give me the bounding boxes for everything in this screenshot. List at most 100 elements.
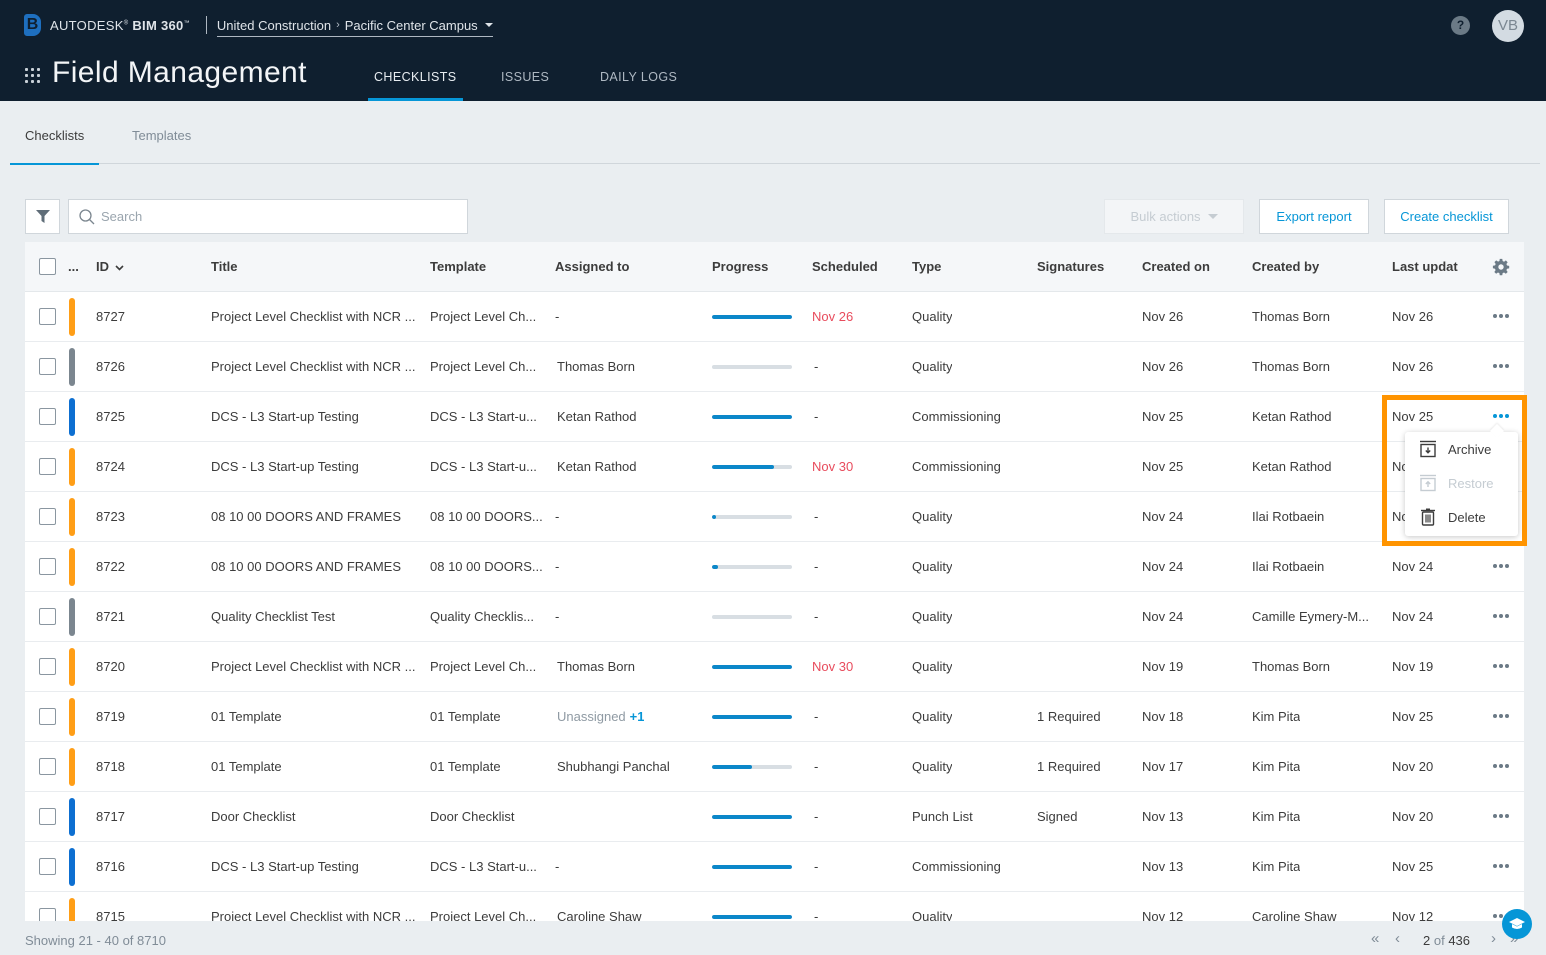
table-row[interactable]: 8722 08 10 00 DOORS AND FRAMES 08 10 00 DO… <box>25 542 1524 592</box>
app-switcher-grid-icon[interactable] <box>25 68 40 83</box>
tab-checklists[interactable]: CHECKLISTS <box>368 70 462 101</box>
row-checkbox[interactable] <box>39 408 56 425</box>
row-more-actions-icon[interactable] <box>1492 758 1510 774</box>
row-more-actions-icon[interactable] <box>1492 358 1510 374</box>
col-template[interactable]: Template <box>430 259 486 274</box>
cell-title[interactable]: Quality Checklist Test <box>211 609 335 624</box>
table-row[interactable]: 8719 01 Template 01 Template Quality 1 Requi… <box>25 692 1524 742</box>
sub-tabs: Checklists Templates <box>9 101 1540 165</box>
project-picker[interactable]: United Construction › Pacific Center Cam… <box>216 18 493 37</box>
row-checkbox[interactable] <box>39 308 56 325</box>
row-checkbox[interactable] <box>39 758 56 775</box>
create-checklist-button[interactable]: Create checklist <box>1384 199 1509 234</box>
tab-daily-logs[interactable]: DAILY LOGS <box>600 70 677 101</box>
row-more-actions-icon[interactable] <box>1492 558 1510 574</box>
row-more-actions-icon[interactable] <box>1492 808 1510 824</box>
row-checkbox[interactable] <box>39 508 56 525</box>
cell-template: 01 Template <box>430 759 501 774</box>
cell-type: Quality <box>912 709 953 724</box>
progress-bar <box>712 915 792 919</box>
row-checkbox[interactable] <box>39 708 56 725</box>
menu-item-archive[interactable]: Archive <box>1405 432 1518 466</box>
col-title[interactable]: Title <box>211 259 238 274</box>
subtab-templates[interactable]: Templates <box>132 128 191 164</box>
cell-assigned-to: - <box>555 559 559 574</box>
filter-button[interactable] <box>25 199 60 234</box>
select-all-checkbox[interactable] <box>39 258 56 275</box>
cell-title[interactable]: Project Level Checklist with NCR ... <box>211 359 415 374</box>
cell-title[interactable]: Project Level Checklist with NCR ... <box>211 309 415 324</box>
row-more-actions-icon[interactable] <box>1492 858 1510 874</box>
col-scheduled[interactable]: Scheduled <box>812 259 878 274</box>
row-checkbox[interactable] <box>39 658 56 675</box>
help-icon[interactable]: ? <box>1451 16 1470 35</box>
cell-title[interactable]: 08 10 00 DOORS AND FRAMES <box>211 559 401 574</box>
learning-button[interactable] <box>1502 909 1532 939</box>
progress-bar <box>712 415 792 419</box>
col-created-by[interactable]: Created by <box>1252 259 1319 274</box>
menu-item-restore[interactable]: Restore <box>1405 466 1518 500</box>
row-more-actions-icon[interactable] <box>1492 658 1510 674</box>
cell-title[interactable]: DCS - L3 Start-up Testing <box>211 859 359 874</box>
tab-issues[interactable]: ISSUES <box>501 70 549 101</box>
row-checkbox[interactable] <box>39 858 56 875</box>
next-page-icon[interactable]: › <box>1491 930 1496 947</box>
col-id[interactable]: ID <box>96 259 124 274</box>
cell-title[interactable]: DCS - L3 Start-up Testing <box>211 409 359 424</box>
user-avatar[interactable]: VB <box>1492 10 1524 42</box>
row-checkbox[interactable] <box>39 558 56 575</box>
table-row[interactable]: 8723 08 10 00 DOORS AND FRAMES 08 10 00 DO… <box>25 492 1524 542</box>
col-last-updated[interactable]: Last updat <box>1392 259 1458 274</box>
row-more-actions-icon[interactable] <box>1492 708 1510 724</box>
cell-title[interactable]: 08 10 00 DOORS AND FRAMES <box>211 509 401 524</box>
cell-assigned-to: Caroline Shaw <box>557 909 642 921</box>
row-checkbox[interactable] <box>39 808 56 825</box>
search-field[interactable] <box>68 199 468 234</box>
col-progress[interactable]: Progress <box>712 259 768 274</box>
search-input[interactable] <box>101 209 441 224</box>
table-row[interactable]: 8727 Project Level Checklist with NCR ...… <box>25 292 1524 342</box>
col-created-on[interactable]: Created on <box>1142 259 1210 274</box>
extra-assignees-badge[interactable]: +1 <box>630 709 645 724</box>
table-row[interactable]: 8721 Quality Checklist Test Quality Checkl… <box>25 592 1524 642</box>
cell-scheduled: - <box>814 559 819 574</box>
bulk-actions-button[interactable]: Bulk actions <box>1104 199 1244 234</box>
cell-assigned-to: - <box>555 859 559 874</box>
table-row[interactable]: 8725 DCS - L3 Start-up Testing DCS - L3 St… <box>25 392 1524 442</box>
row-more-actions-icon[interactable] <box>1492 608 1510 624</box>
cell-title[interactable]: Door Checklist <box>211 809 296 824</box>
cell-title[interactable]: DCS - L3 Start-up Testing <box>211 459 359 474</box>
row-checkbox[interactable] <box>39 358 56 375</box>
column-settings-gear-icon[interactable] <box>1492 258 1510 276</box>
table-row[interactable]: 8724 DCS - L3 Start-up Testing DCS - L3 St… <box>25 442 1524 492</box>
table-row[interactable]: 8726 Project Level Checklist with NCR ...… <box>25 342 1524 392</box>
row-checkbox[interactable] <box>39 608 56 625</box>
table-row[interactable]: 8718 01 Template 01 Template Quality 1 Requi… <box>25 742 1524 792</box>
subtab-checklists[interactable]: Checklists <box>9 128 100 165</box>
cell-template: 01 Template <box>430 709 501 724</box>
col-type[interactable]: Type <box>912 259 941 274</box>
table-row[interactable]: 8715 Project Level Checklist with NCR ...… <box>25 892 1524 921</box>
row-more-actions-icon[interactable] <box>1492 308 1510 324</box>
cell-title[interactable]: Project Level Checklist with NCR ... <box>211 909 415 921</box>
cell-title[interactable]: 01 Template <box>211 759 282 774</box>
row-checkbox[interactable] <box>39 458 56 475</box>
col-assigned-to[interactable]: Assigned to <box>555 259 629 274</box>
first-page-icon[interactable]: « <box>1371 930 1379 947</box>
prev-page-icon[interactable]: ‹ <box>1395 930 1400 947</box>
cell-created-by: Ketan Rathod <box>1252 459 1332 474</box>
export-report-button[interactable]: Export report <box>1259 199 1369 234</box>
menu-item-delete[interactable]: Delete <box>1405 500 1518 534</box>
row-checkbox[interactable] <box>39 908 56 921</box>
col-signatures[interactable]: Signatures <box>1037 259 1104 274</box>
table-row[interactable]: 8717 Door Checklist Door Checklist Punch Li… <box>25 792 1524 842</box>
cell-title[interactable]: Project Level Checklist with NCR ... <box>211 659 415 674</box>
col-status[interactable]: ... <box>68 259 79 274</box>
cell-last-updated: Nov 25 <box>1392 859 1434 874</box>
table-row[interactable]: 8720 Project Level Checklist with NCR ...… <box>25 642 1524 692</box>
cell-title[interactable]: 01 Template <box>211 709 282 724</box>
cell-created-by: Kim Pita <box>1252 709 1301 724</box>
row-more-actions-icon[interactable] <box>1492 408 1510 424</box>
table-header: ... ID Title Template Assigned to Progre… <box>25 242 1524 292</box>
table-row[interactable]: 8716 DCS - L3 Start-up Testing DCS - L3 St… <box>25 842 1524 892</box>
